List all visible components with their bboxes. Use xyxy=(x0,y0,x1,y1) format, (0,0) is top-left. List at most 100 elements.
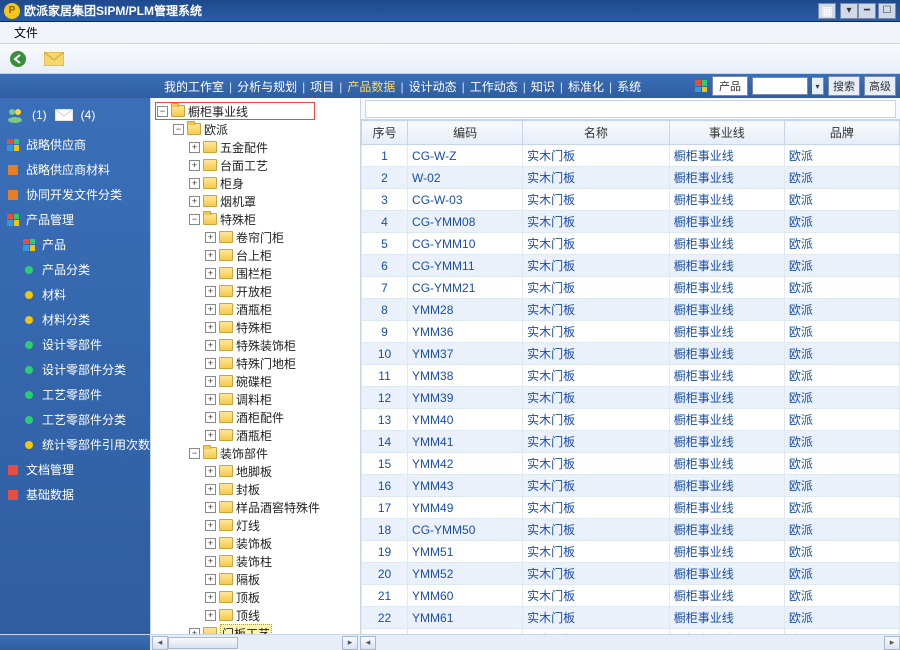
expand-icon[interactable]: + xyxy=(205,484,216,495)
expand-icon[interactable]: + xyxy=(205,268,216,279)
expand-icon[interactable]: + xyxy=(205,430,216,441)
table-row[interactable]: 14YMM41实木门板橱柜事业线欧派 xyxy=(362,431,900,453)
tree-node[interactable]: +地脚板 xyxy=(153,462,358,480)
tree-node[interactable]: +封板 xyxy=(153,480,358,498)
tree-node[interactable]: +台面工艺 xyxy=(153,156,358,174)
tree-node[interactable]: −欧派 xyxy=(153,120,358,138)
path-input[interactable] xyxy=(365,100,896,118)
collapse-icon[interactable]: − xyxy=(189,214,200,225)
expand-icon[interactable]: + xyxy=(205,394,216,405)
table-row[interactable]: 17YMM49实木门板橱柜事业线欧派 xyxy=(362,497,900,519)
table-row[interactable]: 15YMM42实木门板橱柜事业线欧派 xyxy=(362,453,900,475)
mail-button[interactable] xyxy=(42,47,66,71)
tree-panel[interactable]: −橱柜事业线−欧派+五金配件+台面工艺+柜身+烟机罩−特殊柜+卷帘门柜+台上柜+… xyxy=(151,98,361,634)
tree-node[interactable]: −特殊柜 xyxy=(153,210,358,228)
table-row[interactable]: 13YMM40实木门板橱柜事业线欧派 xyxy=(362,409,900,431)
maximize-button[interactable]: ☐ xyxy=(878,3,896,19)
expand-icon[interactable]: + xyxy=(205,610,216,621)
scroll-right-icon[interactable]: ▸ xyxy=(342,636,358,650)
tree-node[interactable]: +装饰柱 xyxy=(153,552,358,570)
sidebar-item[interactable]: 设计零部件 xyxy=(4,332,146,357)
table-row[interactable]: 2W-02实木门板橱柜事业线欧派 xyxy=(362,167,900,189)
table-row[interactable]: 16YMM43实木门板橱柜事业线欧派 xyxy=(362,475,900,497)
tree-hscroll-track[interactable] xyxy=(168,636,342,650)
sidebar-item[interactable]: 设计零部件分类 xyxy=(4,357,146,382)
table-row[interactable]: 19YMM51实木门板橱柜事业线欧派 xyxy=(362,541,900,563)
expand-icon[interactable]: + xyxy=(205,556,216,567)
tree-node[interactable]: +隔板 xyxy=(153,570,358,588)
sidebar-item[interactable]: 战略供应商 xyxy=(4,132,146,157)
tree-node[interactable]: +围栏柜 xyxy=(153,264,358,282)
sidebar-item[interactable]: 产品 xyxy=(4,232,146,257)
expand-icon[interactable]: + xyxy=(205,358,216,369)
menu-file[interactable]: 文件 xyxy=(6,22,46,43)
search-input[interactable] xyxy=(752,77,808,95)
expand-icon[interactable]: + xyxy=(205,250,216,261)
tree-node[interactable]: +样品酒窖特殊件 xyxy=(153,498,358,516)
nav-tab[interactable]: 系统 xyxy=(613,80,645,94)
collapse-icon[interactable]: − xyxy=(173,124,184,135)
expand-icon[interactable]: + xyxy=(205,232,216,243)
tree-node[interactable]: +特殊门地柜 xyxy=(153,354,358,372)
table-row[interactable]: 12YMM39实木门板橱柜事业线欧派 xyxy=(362,387,900,409)
nav-tab[interactable]: 标准化 xyxy=(564,80,608,94)
expand-icon[interactable]: + xyxy=(205,304,216,315)
column-header[interactable]: 名称 xyxy=(523,121,670,145)
expand-icon[interactable]: + xyxy=(205,574,216,585)
search-type-label[interactable]: 产品 xyxy=(712,76,748,96)
table-row[interactable]: 3CG-W-03实木门板橱柜事业线欧派 xyxy=(362,189,900,211)
sidebar-item[interactable]: 战略供应商材料 xyxy=(4,157,146,182)
expand-icon[interactable]: + xyxy=(205,286,216,297)
table-row[interactable]: 5CG-YMM10实木门板橱柜事业线欧派 xyxy=(362,233,900,255)
search-button[interactable]: 搜索 xyxy=(828,76,860,96)
table-row[interactable]: 7CG-YMM21实木门板橱柜事业线欧派 xyxy=(362,277,900,299)
tree-node[interactable]: +卷帘门柜 xyxy=(153,228,358,246)
scroll-right-icon[interactable]: ▸ xyxy=(884,636,900,650)
expand-icon[interactable]: + xyxy=(189,178,200,189)
tree-node[interactable]: −橱柜事业线 xyxy=(153,102,358,120)
search-dropdown-icon[interactable]: ▾ xyxy=(812,77,824,95)
sidebar-item[interactable]: 工艺零部件分类 xyxy=(4,407,146,432)
sidebar-item[interactable]: 工艺零部件 xyxy=(4,382,146,407)
table-row[interactable]: 1CG-W-Z实木门板橱柜事业线欧派 xyxy=(362,145,900,167)
tree-node[interactable]: +顶板 xyxy=(153,588,358,606)
column-header[interactable]: 编码 xyxy=(408,121,523,145)
expand-icon[interactable]: + xyxy=(205,376,216,387)
expand-icon[interactable]: + xyxy=(205,466,216,477)
expand-icon[interactable]: + xyxy=(205,502,216,513)
expand-icon[interactable]: + xyxy=(189,196,200,207)
collapse-icon[interactable]: − xyxy=(189,448,200,459)
collapse-icon[interactable]: − xyxy=(157,106,168,117)
table-row[interactable]: 18CG-YMM50实木门板橱柜事业线欧派 xyxy=(362,519,900,541)
table-row[interactable]: 6CG-YMM11实木门板橱柜事业线欧派 xyxy=(362,255,900,277)
tree-node[interactable]: +开放柜 xyxy=(153,282,358,300)
expand-icon[interactable]: + xyxy=(205,322,216,333)
presence-icon[interactable] xyxy=(6,108,24,122)
sidebar-item[interactable]: 产品管理 xyxy=(4,207,146,232)
expand-icon[interactable]: + xyxy=(189,142,200,153)
tree-node[interactable]: +调料柜 xyxy=(153,390,358,408)
table-row[interactable]: 20YMM52实木门板橱柜事业线欧派 xyxy=(362,563,900,585)
column-header[interactable]: 品牌 xyxy=(784,121,899,145)
sidebar-item[interactable]: 基础数据 xyxy=(4,482,146,507)
tree-node[interactable]: +酒瓶柜 xyxy=(153,426,358,444)
mail-icon[interactable] xyxy=(55,108,73,122)
table-row[interactable]: 10YMM37实木门板橱柜事业线欧派 xyxy=(362,343,900,365)
table-row[interactable]: 22YMM61实木门板橱柜事业线欧派 xyxy=(362,607,900,629)
tree-node[interactable]: −装饰部件 xyxy=(153,444,358,462)
scroll-left-icon[interactable]: ◂ xyxy=(152,636,168,650)
expand-icon[interactable]: + xyxy=(205,412,216,423)
table-row[interactable]: 8YMM28实木门板橱柜事业线欧派 xyxy=(362,299,900,321)
nav-tab[interactable]: 产品数据 xyxy=(343,80,399,94)
dropdown-icon[interactable]: ▾ xyxy=(840,3,858,19)
tree-node[interactable]: +特殊装饰柜 xyxy=(153,336,358,354)
sidebar-item[interactable]: 材料分类 xyxy=(4,307,146,332)
table-row[interactable]: 21YMM60实木门板橱柜事业线欧派 xyxy=(362,585,900,607)
advanced-search-button[interactable]: 高级 xyxy=(864,76,896,96)
tree-node[interactable]: +灯线 xyxy=(153,516,358,534)
sidebar-item[interactable]: 协同开发文件分类 xyxy=(4,182,146,207)
expand-icon[interactable]: + xyxy=(205,520,216,531)
nav-tab[interactable]: 知识 xyxy=(527,80,559,94)
column-header[interactable]: 序号 xyxy=(362,121,408,145)
expand-icon[interactable]: + xyxy=(205,538,216,549)
